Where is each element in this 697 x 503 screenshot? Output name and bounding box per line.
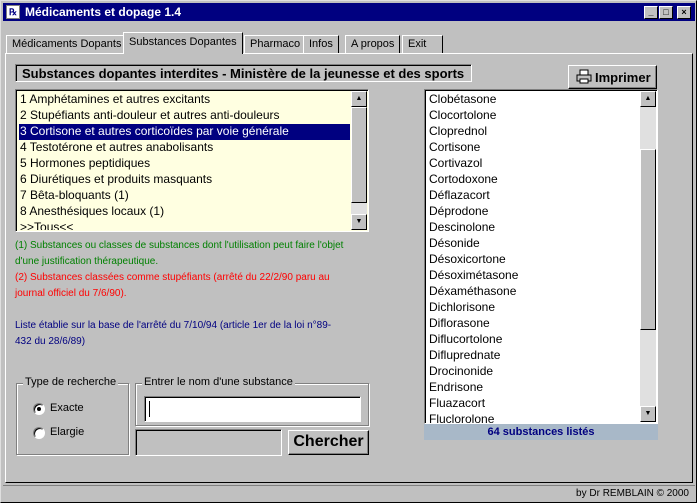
substance-item[interactable]: Descinolone: [429, 219, 495, 235]
minimize-button[interactable]: _: [644, 6, 658, 19]
category-item[interactable]: 1 Amphétamines et autres excitants: [19, 92, 350, 108]
substance-item[interactable]: Drocinonide: [429, 363, 493, 379]
window-title: Médicaments et dopage 1.4: [25, 5, 182, 19]
print-button[interactable]: Imprimer: [568, 65, 657, 89]
substance-item[interactable]: Diflucortolone: [429, 331, 502, 347]
tab-pharmaco[interactable]: Pharmaco: [244, 35, 307, 53]
substance-item[interactable]: Cloprednol: [429, 123, 487, 139]
substance-item[interactable]: Désoximétasone: [429, 267, 518, 283]
maximize-button[interactable]: □: [659, 6, 673, 19]
substance-item[interactable]: Dichlorisone: [429, 299, 495, 315]
radio-elargie-label[interactable]: Elargie: [50, 426, 84, 438]
text-caret: [149, 401, 150, 417]
scroll-down-icon[interactable]: ▼: [351, 214, 367, 230]
section-title: Substances dopantes interdites - Ministè…: [15, 64, 472, 82]
substance-item[interactable]: Fluclorolone: [429, 411, 494, 423]
tab-infos[interactable]: Infos: [303, 35, 339, 53]
substance-item[interactable]: Déxaméthasone: [429, 283, 516, 299]
substance-item[interactable]: Difluprednate: [429, 347, 500, 363]
radio-elargie[interactable]: [33, 427, 45, 439]
substance-scrollbar[interactable]: ▲ ▼: [640, 91, 656, 422]
substance-item[interactable]: Désonide: [429, 235, 480, 251]
search-type-group: Type de recherche Exacte Elargie: [16, 376, 129, 455]
category-item[interactable]: >>Tous<<: [19, 220, 350, 230]
category-item[interactable]: 2 Stupéfiants anti-douleur et autres ant…: [19, 108, 350, 124]
scroll-up-icon[interactable]: ▲: [640, 91, 656, 107]
tab-substances-dopantes[interactable]: Substances Dopantes: [123, 32, 243, 54]
tab-a-propos[interactable]: A propos: [345, 35, 401, 53]
note-legal-basis: Liste établie sur la base de l'arrêté du…: [15, 320, 332, 347]
substance-item[interactable]: Cortisone: [429, 139, 480, 155]
substance-item[interactable]: Clocortolone: [429, 107, 496, 123]
search-button[interactable]: Chercher: [288, 430, 369, 455]
author-credit: by Dr REMBLAIN © 2000: [576, 488, 689, 499]
substance-name-input[interactable]: [144, 396, 361, 422]
category-item[interactable]: 7 Bêta-bloquants (1): [19, 188, 350, 204]
substance-item[interactable]: Cortivazol: [429, 155, 482, 171]
category-scrollbar[interactable]: ▲ ▼: [351, 91, 367, 230]
substance-item[interactable]: Endrisone: [429, 379, 483, 395]
substance-item[interactable]: Diflorasone: [429, 315, 490, 331]
note-therapeutic: (1) Substances ou classes de substances …: [15, 240, 344, 267]
substance-item[interactable]: Déprodone: [429, 203, 488, 219]
scroll-down-icon[interactable]: ▼: [640, 406, 656, 422]
app-icon: ℞: [6, 5, 20, 19]
substance-item[interactable]: Déflazacort: [429, 187, 490, 203]
substance-list[interactable]: Clobétasone Clocortolone Cloprednol Cort…: [424, 89, 658, 424]
print-button-label: Imprimer: [595, 70, 651, 85]
radio-exacte-label[interactable]: Exacte: [50, 402, 84, 414]
close-button[interactable]: ×: [677, 6, 691, 19]
title-bar[interactable]: ℞ Médicaments et dopage 1.4 _ □ ×: [3, 3, 695, 21]
app-window: ℞ Médicaments et dopage 1.4 _ □ × Médica…: [0, 0, 697, 503]
category-item[interactable]: 5 Hormones peptidiques: [19, 156, 350, 172]
tab-exit[interactable]: Exit: [402, 35, 443, 53]
category-item[interactable]: 8 Anesthésiques locaux (1): [19, 204, 350, 220]
category-item-selected[interactable]: 3 Cortisone et autres corticoïdes par vo…: [19, 124, 350, 140]
tab-medicaments-dopants[interactable]: Médicaments Dopants: [6, 35, 128, 53]
status-bar: by Dr REMBLAIN © 2000: [3, 485, 695, 501]
search-type-label: Type de recherche: [23, 376, 119, 388]
category-item[interactable]: 4 Testotérone et autres anabolisants: [19, 140, 350, 156]
substance-item[interactable]: Clobétasone: [429, 91, 496, 107]
category-item[interactable]: 6 Diurétiques et produits masquants: [19, 172, 350, 188]
note-narcotics: (2) Substances classées comme stupéfiant…: [15, 272, 330, 299]
scroll-up-icon[interactable]: ▲: [351, 91, 367, 107]
category-list[interactable]: 1 Amphétamines et autres excitants 2 Stu…: [15, 89, 369, 232]
scroll-thumb[interactable]: [351, 107, 367, 203]
printer-icon: [576, 69, 592, 84]
name-entry-label: Entrer le nom d'une substance: [142, 376, 295, 388]
result-field: [135, 429, 282, 456]
scroll-thumb[interactable]: [640, 149, 656, 330]
substance-item[interactable]: Désoxicortone: [429, 251, 506, 267]
radio-exacte[interactable]: [33, 403, 45, 415]
substance-count: 64 substances listés: [424, 424, 658, 440]
substance-item[interactable]: Fluazacort: [429, 395, 485, 411]
substance-item[interactable]: Cortodoxone: [429, 171, 498, 187]
